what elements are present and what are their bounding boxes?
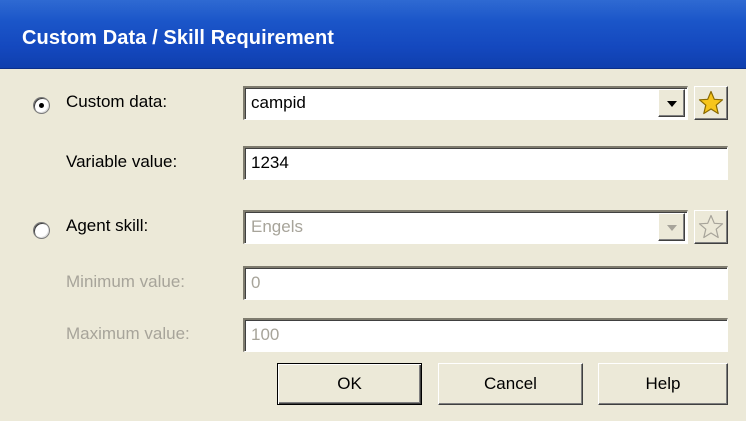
custom-data-skill-dialog: Custom Data / Skill Requirement Custom d… [0,0,746,421]
custom-data-dropdown-button[interactable] [658,89,685,117]
cancel-button[interactable]: Cancel [438,363,583,405]
ok-button[interactable]: OK [277,363,422,405]
maximum-value-text: 100 [251,325,280,344]
minimum-value-label: Minimum value: [66,272,186,291]
dialog-title: Custom Data / Skill Requirement [22,27,335,49]
agent-skill-label: Agent skill: [66,216,149,235]
agent-skill-combobox[interactable]: Engels [243,210,688,244]
maximum-value-input[interactable]: 100 [243,318,728,352]
maximum-value-label: Maximum value: [66,324,190,343]
star-icon [698,214,724,239]
chevron-down-icon [667,225,677,231]
custom-data-value: campid [251,93,306,112]
custom-data-label: Custom data: [66,92,168,111]
agent-skill-value: Engels [251,217,303,236]
minimum-value-input[interactable]: 0 [243,266,728,300]
help-button[interactable]: Help [598,363,728,405]
variable-value-input[interactable]: 1234 [243,146,728,180]
custom-data-star-button[interactable] [694,86,728,120]
agent-skill-dropdown-button[interactable] [658,213,685,241]
chevron-down-icon [667,101,677,107]
agent-skill-radio[interactable] [33,222,50,239]
agent-skill-star-button[interactable] [694,210,728,244]
star-icon [698,90,724,115]
radio-selected-dot [39,103,44,108]
dialog-body: Custom data: campid Variable value: 1234… [0,69,746,421]
minimum-value-text: 0 [251,273,261,292]
custom-data-radio[interactable] [33,97,50,114]
variable-value-label: Variable value: [66,152,178,171]
custom-data-combobox[interactable]: campid [243,86,688,120]
variable-value-text: 1234 [251,153,289,172]
title-bar[interactable]: Custom Data / Skill Requirement [0,0,746,69]
